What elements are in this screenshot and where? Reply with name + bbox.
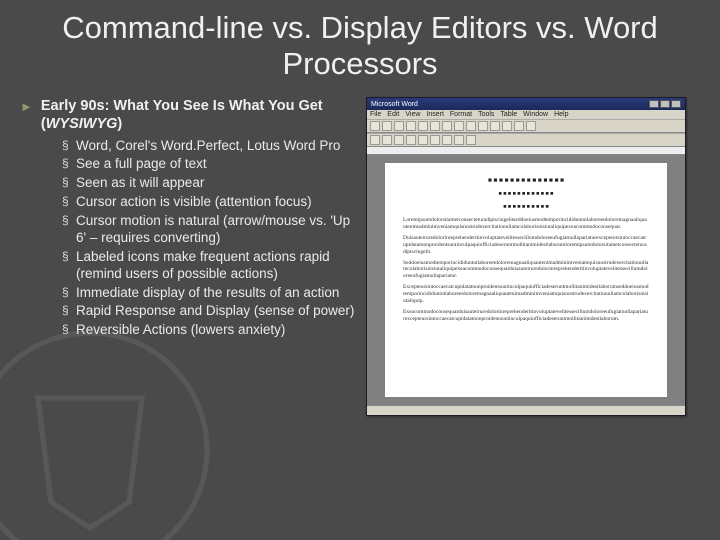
toolbar-button-icon: [454, 121, 464, 131]
heading-bullet: ► Early 90s: What You See Is What You Ge…: [20, 97, 360, 133]
word-window-title: Microsoft Word: [371, 101, 418, 108]
toolbar-button-icon: [478, 121, 488, 131]
list-item: Word, Corel's Word.Perfect, Lotus Word P…: [62, 138, 360, 155]
menu-item: Format: [450, 111, 472, 118]
toolbar-button-icon: [406, 121, 416, 131]
toolbar-button-icon: [418, 135, 428, 145]
toolbar-button-icon: [430, 135, 440, 145]
heading-text: Early 90s: What You See Is What You Get …: [41, 97, 360, 133]
toolbar-button-icon: [394, 121, 404, 131]
word-titlebar: Microsoft Word: [367, 98, 685, 110]
list-item: Cursor motion is natural (arrow/mouse vs…: [62, 213, 360, 247]
word-ruler: [367, 147, 685, 155]
toolbar-button-icon: [430, 121, 440, 131]
toolbar-button-icon: [394, 135, 404, 145]
menu-item: Insert: [426, 111, 444, 118]
menu-item: View: [405, 111, 420, 118]
toolbar-button-icon: [406, 135, 416, 145]
list-item: Cursor action is visible (attention focu…: [62, 194, 360, 211]
list-item: Seen as it will appear: [62, 175, 360, 192]
menu-item: Edit: [387, 111, 399, 118]
toolbar-button-icon: [382, 135, 392, 145]
word-page-area: ■ ■ ■ ■ ■ ■ ■ ■ ■ ■ ■ ■ ■ ■ ■ ■ ■ ■ ■ ■ …: [367, 155, 685, 405]
list-item: Rapid Response and Display (sense of pow…: [62, 303, 360, 320]
toolbar-button-icon: [526, 121, 536, 131]
document-paragraph: Excepteursintoccaecatcupidatatnonproiden…: [403, 284, 649, 305]
screenshot-column: Microsoft Word File Edit View Insert For…: [366, 97, 700, 416]
document-subheading: ■ ■ ■ ■ ■ ■ ■ ■ ■ ■ ■ ■: [403, 191, 649, 198]
toolbar-button-icon: [418, 121, 428, 131]
list-item: Reversible Actions (lowers anxiety): [62, 322, 360, 339]
menu-item: Help: [554, 111, 568, 118]
menu-item: Window: [523, 111, 548, 118]
window-controls: [649, 100, 681, 108]
word-menubar: File Edit View Insert Format Tools Table…: [367, 110, 685, 119]
slide-title: Command-line vs. Display Editors vs. Wor…: [20, 10, 700, 81]
slide-body: ► Early 90s: What You See Is What You Ge…: [20, 97, 700, 416]
toolbar-button-icon: [454, 135, 464, 145]
word-document-page: ■ ■ ■ ■ ■ ■ ■ ■ ■ ■ ■ ■ ■ ■ ■ ■ ■ ■ ■ ■ …: [385, 163, 667, 397]
word-format-toolbar: [367, 133, 685, 147]
document-paragraph: Duisauteiruredolorinreprehenderitinvolup…: [403, 235, 649, 256]
document-paragraph: Exeacommodoconsequatduisauteiruredolorin…: [403, 309, 649, 323]
menu-item: Tools: [478, 111, 494, 118]
word-toolbar: [367, 119, 685, 133]
menu-item: Table: [500, 111, 517, 118]
toolbar-button-icon: [442, 121, 452, 131]
document-paragraph: Seddoeiusmodtemporincididuntutlaboreetdo…: [403, 260, 649, 281]
word-statusbar: [367, 405, 685, 415]
close-icon: [671, 100, 681, 108]
bullet-column: ► Early 90s: What You See Is What You Ge…: [20, 97, 360, 416]
document-subheading: ■ ■ ■ ■ ■ ■ ■ ■ ■ ■: [403, 204, 649, 211]
slide: Command-line vs. Display Editors vs. Wor…: [0, 0, 720, 540]
list-item: Labeled icons make frequent actions rapi…: [62, 249, 360, 283]
toolbar-button-icon: [502, 121, 512, 131]
minimize-icon: [649, 100, 659, 108]
toolbar-button-icon: [466, 121, 476, 131]
list-item: Immediate display of the results of an a…: [62, 285, 360, 302]
maximize-icon: [660, 100, 670, 108]
toolbar-button-icon: [466, 135, 476, 145]
ms-word-screenshot: Microsoft Word File Edit View Insert For…: [366, 97, 686, 416]
play-arrow-icon: ►: [20, 97, 33, 116]
toolbar-button-icon: [514, 121, 524, 131]
document-paragraph: Loremipsumdolorsitametconsecteturadipisc…: [403, 217, 649, 231]
document-heading: ■ ■ ■ ■ ■ ■ ■ ■ ■ ■ ■ ■ ■ ■: [403, 177, 649, 185]
toolbar-button-icon: [370, 135, 380, 145]
toolbar-button-icon: [382, 121, 392, 131]
menu-item: File: [370, 111, 381, 118]
toolbar-button-icon: [442, 135, 452, 145]
toolbar-button-icon: [370, 121, 380, 131]
list-item: See a full page of text: [62, 156, 360, 173]
sub-bullet-list: Word, Corel's Word.Perfect, Lotus Word P…: [62, 138, 360, 340]
toolbar-button-icon: [490, 121, 500, 131]
